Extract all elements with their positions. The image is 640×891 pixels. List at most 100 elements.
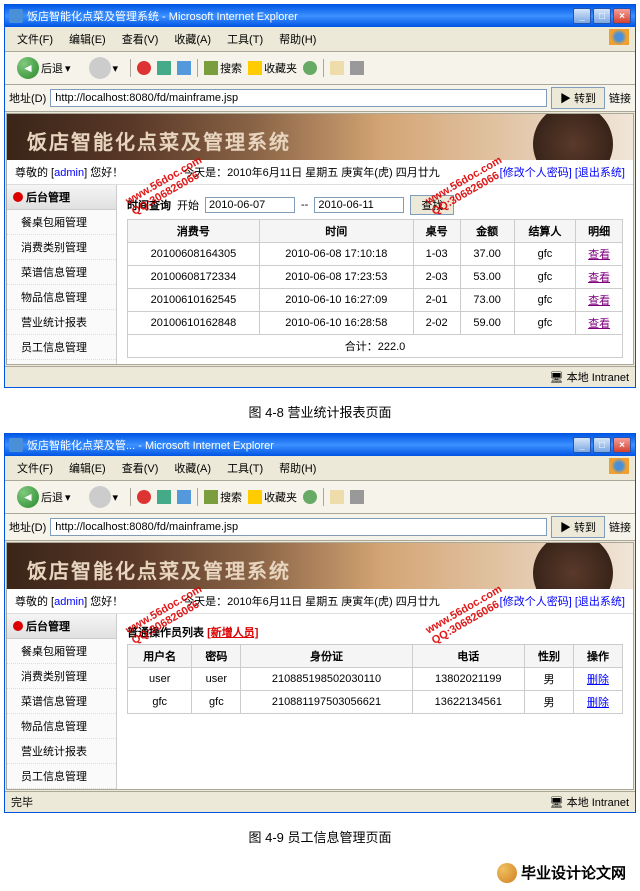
favorites-button[interactable]: 收藏夹	[248, 489, 297, 505]
search-button[interactable]: 搜索	[204, 60, 242, 76]
globe-icon	[497, 863, 517, 883]
app-banner: 饭店智能化点菜及管理系统	[7, 543, 633, 589]
zone-icon: 🖥	[550, 796, 564, 809]
menu-favorites[interactable]: 收藏(A)	[168, 458, 217, 478]
search-button[interactable]: 查找	[410, 195, 454, 215]
close-button[interactable]: ×	[613, 437, 631, 453]
close-button[interactable]: ×	[613, 8, 631, 24]
start-label: 开始	[177, 197, 199, 213]
menu-view[interactable]: 查看(V)	[116, 29, 165, 49]
date-to-input[interactable]	[314, 197, 404, 213]
refresh-icon[interactable]	[157, 61, 171, 75]
sidebar-item-categories[interactable]: 消费类别管理	[7, 235, 116, 260]
sidebar-item-dishes[interactable]: 菜谱信息管理	[7, 260, 116, 285]
table-row: useruser21088519850203011013802021199男删除	[128, 668, 623, 691]
print-icon[interactable]	[350, 490, 364, 504]
address-label: 地址(D)	[9, 90, 46, 106]
sidebar-item-staff[interactable]: 员工信息管理	[7, 335, 116, 360]
menu-help[interactable]: 帮助(H)	[273, 29, 322, 49]
staff-table: 用户名 密码 身份证 电话 性别 操作 useruser210885198502…	[127, 644, 623, 714]
ie-logo-icon	[609, 29, 629, 45]
view-link[interactable]: 查看	[588, 295, 610, 307]
back-button[interactable]: ◄后退 ▾	[11, 55, 77, 81]
go-button[interactable]: ▶ 转到	[551, 87, 605, 109]
home-icon[interactable]	[177, 61, 191, 75]
address-input[interactable]	[50, 89, 547, 107]
mail-icon[interactable]	[330, 490, 344, 504]
logout-link[interactable]: [退出系统]	[575, 167, 625, 179]
sidebar-item-tables[interactable]: 餐桌包厢管理	[7, 210, 116, 235]
col-idcard: 身份证	[241, 645, 412, 668]
sidebar: 后台管理 餐桌包厢管理 消费类别管理 菜谱信息管理 物品信息管理 营业统计报表 …	[7, 614, 117, 789]
change-pwd-link[interactable]: [修改个人密码]	[500, 596, 572, 608]
delete-link[interactable]: 删除	[587, 697, 609, 709]
mail-icon[interactable]	[330, 61, 344, 75]
sidebar-item-goods[interactable]: 物品信息管理	[7, 714, 116, 739]
menu-edit[interactable]: 编辑(E)	[63, 458, 112, 478]
change-pwd-link[interactable]: [修改个人密码]	[500, 167, 572, 179]
maximize-button[interactable]: □	[593, 8, 611, 24]
home-icon[interactable]	[177, 490, 191, 504]
col-table: 桌号	[413, 220, 460, 243]
links-label[interactable]: 链接	[609, 90, 631, 106]
app-banner: 饭店智能化点菜及管理系统	[7, 114, 633, 160]
go-button[interactable]: ▶ 转到	[551, 516, 605, 538]
favorites-button[interactable]: 收藏夹	[248, 60, 297, 76]
date-label: 今天是：2010年6月11日 星期五 庚寅年(虎) 四月廿九	[183, 164, 440, 180]
add-staff-link[interactable]: [新增人员]	[207, 627, 258, 639]
logout-link[interactable]: [退出系统]	[575, 596, 625, 608]
sidebar-icon	[13, 621, 23, 631]
address-input[interactable]	[50, 518, 547, 536]
menu-edit[interactable]: 编辑(E)	[63, 29, 112, 49]
user-link[interactable]: admin	[54, 167, 84, 179]
minimize-button[interactable]: _	[573, 437, 591, 453]
col-id: 消费号	[128, 220, 260, 243]
sidebar-item-reports[interactable]: 营业统计报表	[7, 739, 116, 764]
print-icon[interactable]	[350, 61, 364, 75]
back-button[interactable]: ◄后退 ▾	[11, 484, 77, 510]
user-link[interactable]: admin	[54, 596, 84, 608]
figure-caption-1: 图 4-8 营业统计报表页面	[4, 396, 636, 433]
menu-tools[interactable]: 工具(T)	[221, 458, 269, 478]
col-pwd: 密码	[192, 645, 241, 668]
date-from-input[interactable]	[205, 197, 295, 213]
sidebar-title: 后台管理	[26, 189, 70, 205]
menu-view[interactable]: 查看(V)	[116, 458, 165, 478]
sidebar-item-staff[interactable]: 员工信息管理	[7, 764, 116, 789]
ie-titlebar: 饭店智能化点菜及管理系统 - Microsoft Internet Explor…	[5, 5, 635, 27]
forward-button[interactable]: ▾	[83, 55, 125, 81]
refresh-icon[interactable]	[157, 490, 171, 504]
minimize-button[interactable]: _	[573, 8, 591, 24]
sidebar-item-tables[interactable]: 餐桌包厢管理	[7, 639, 116, 664]
history-icon[interactable]	[303, 61, 317, 75]
report-table: 消费号 时间 桌号 金额 结算人 明细 201006081643052010-0…	[127, 219, 623, 358]
sidebar-item-goods[interactable]: 物品信息管理	[7, 285, 116, 310]
maximize-button[interactable]: □	[593, 437, 611, 453]
col-gender: 性别	[524, 645, 573, 668]
zone-icon: 🖥	[550, 371, 564, 384]
col-amount: 金额	[460, 220, 514, 243]
stop-icon[interactable]	[137, 490, 151, 504]
footer-logo: 毕业设计论文网	[4, 858, 636, 887]
ie-statusbar: 🖥本地 Intranet	[5, 366, 635, 387]
forward-button[interactable]: ▾	[83, 484, 125, 510]
history-icon[interactable]	[303, 490, 317, 504]
links-label[interactable]: 链接	[609, 519, 631, 535]
view-link[interactable]: 查看	[588, 272, 610, 284]
menu-help[interactable]: 帮助(H)	[273, 458, 322, 478]
menu-favorites[interactable]: 收藏(A)	[168, 29, 217, 49]
ie-titlebar: 饭店智能化点菜及管... - Microsoft Internet Explor…	[5, 434, 635, 456]
col-time: 时间	[259, 220, 413, 243]
delete-link[interactable]: 删除	[587, 674, 609, 686]
menu-file[interactable]: 文件(F)	[11, 29, 59, 49]
view-link[interactable]: 查看	[588, 249, 610, 261]
sidebar-item-categories[interactable]: 消费类别管理	[7, 664, 116, 689]
sidebar-item-dishes[interactable]: 菜谱信息管理	[7, 689, 116, 714]
sidebar-item-reports[interactable]: 营业统计报表	[7, 310, 116, 335]
query-label: 时间查询	[127, 197, 171, 213]
stop-icon[interactable]	[137, 61, 151, 75]
view-link[interactable]: 查看	[588, 318, 610, 330]
menu-file[interactable]: 文件(F)	[11, 458, 59, 478]
search-button[interactable]: 搜索	[204, 489, 242, 505]
menu-tools[interactable]: 工具(T)	[221, 29, 269, 49]
